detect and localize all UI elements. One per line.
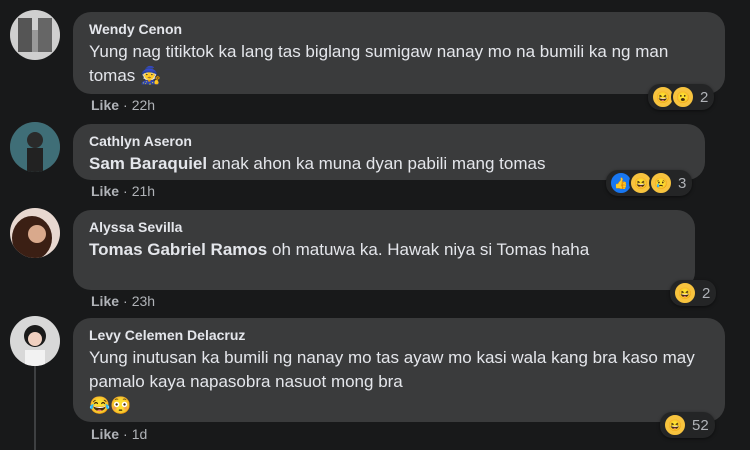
comment-bubble: Alyssa Sevilla Tomas Gabriel Ramos oh ma… bbox=[73, 210, 695, 290]
comment-meta: Like · 21h bbox=[91, 183, 155, 199]
comment-meta: Like · 1d bbox=[91, 426, 147, 442]
comment-meta: Like · 23h bbox=[91, 293, 155, 309]
reaction-summary[interactable]: 😆 😮 2 bbox=[648, 84, 715, 110]
comment-meta: Like · 22h bbox=[91, 97, 155, 113]
reaction-count: 52 bbox=[692, 416, 709, 434]
mention-link[interactable]: Sam Baraquiel bbox=[89, 154, 207, 173]
comment-bubble: Wendy Cenon Yung nag titiktok ka lang ta… bbox=[73, 12, 725, 94]
comment-text: Tomas Gabriel Ramos oh matuwa ka. Hawak … bbox=[89, 240, 590, 259]
like-button[interactable]: Like bbox=[91, 426, 119, 442]
avatar[interactable] bbox=[10, 208, 60, 258]
reaction-count: 3 bbox=[678, 174, 687, 192]
avatar[interactable] bbox=[10, 316, 60, 366]
reaction-summary[interactable]: 😆 52 bbox=[660, 412, 715, 438]
avatar[interactable] bbox=[10, 10, 60, 60]
separator: · bbox=[123, 97, 128, 113]
comment-bubble: Levy Celemen Delacruz Yung inutusan ka b… bbox=[73, 318, 725, 422]
thread-line bbox=[34, 362, 36, 450]
timestamp[interactable]: 21h bbox=[132, 183, 155, 199]
separator: · bbox=[123, 293, 128, 309]
separator: · bbox=[123, 183, 128, 199]
comment-text: Sam Baraquiel anak ahon ka muna dyan pab… bbox=[89, 154, 546, 173]
avatar[interactable] bbox=[10, 122, 60, 172]
trailing-emoji: 🧙 bbox=[140, 66, 162, 85]
commenter-name[interactable]: Alyssa Sevilla bbox=[89, 218, 679, 236]
mention-link[interactable]: Tomas Gabriel Ramos bbox=[89, 240, 267, 259]
reaction-count: 2 bbox=[700, 88, 709, 106]
commenter-name[interactable]: Levy Celemen Delacruz bbox=[89, 326, 709, 344]
trailing-emoji: 😂😳 bbox=[89, 396, 132, 415]
reaction-summary[interactable]: 👍 😆 😢 3 bbox=[606, 170, 693, 196]
sad-icon: 😢 bbox=[649, 171, 673, 195]
like-button[interactable]: Like bbox=[91, 293, 119, 309]
haha-icon: 😆 bbox=[673, 281, 697, 305]
commenter-name[interactable]: Wendy Cenon bbox=[89, 20, 709, 38]
comment-text: Yung nag titiktok ka lang tas biglang su… bbox=[89, 42, 669, 85]
reaction-count: 2 bbox=[702, 284, 711, 302]
like-button[interactable]: Like bbox=[91, 183, 119, 199]
wow-icon: 😮 bbox=[671, 85, 695, 109]
commenter-name[interactable]: Cathlyn Aseron bbox=[89, 132, 689, 150]
reaction-summary[interactable]: 😆 2 bbox=[670, 280, 717, 306]
timestamp[interactable]: 1d bbox=[132, 426, 148, 442]
separator: · bbox=[123, 426, 128, 442]
haha-icon: 😆 bbox=[663, 413, 687, 437]
timestamp[interactable]: 23h bbox=[132, 293, 155, 309]
comment-text: Yung inutusan ka bumili ng nanay mo tas … bbox=[89, 348, 695, 415]
timestamp[interactable]: 22h bbox=[132, 97, 155, 113]
like-button[interactable]: Like bbox=[91, 97, 119, 113]
